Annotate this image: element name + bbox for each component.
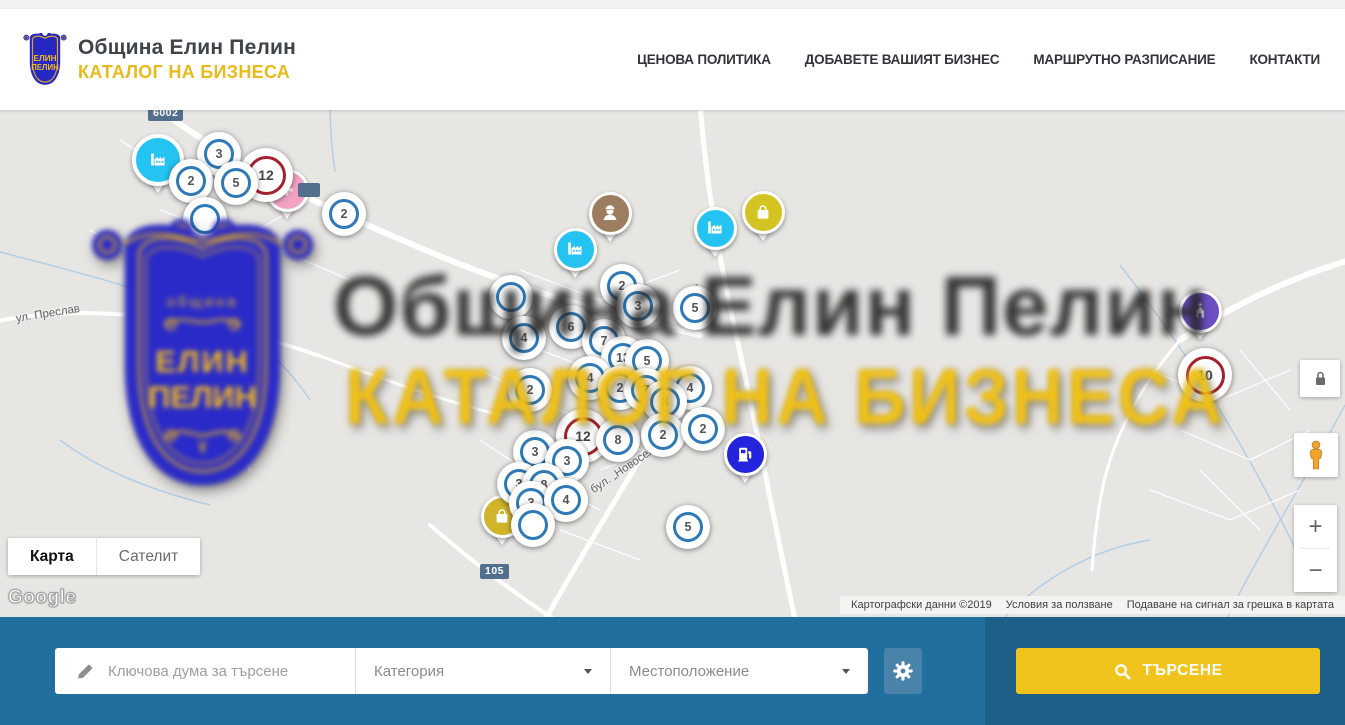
cluster-count: 6 (568, 320, 575, 334)
road-badge: 105 (480, 564, 509, 579)
search-panel: Категория Местоположение (0, 617, 985, 725)
cluster-marker[interactable] (489, 275, 533, 319)
road-badge (298, 183, 320, 197)
svg-text:ПЕЛИН: ПЕЛИН (31, 62, 59, 71)
cluster-marker[interactable]: 10 (1178, 348, 1232, 402)
nav-route-schedule[interactable]: МАРШРУТНО РАЗПИСАНИЕ (1033, 52, 1215, 67)
cluster-count: 4 (563, 493, 570, 507)
nav-add-business[interactable]: ДОБАВЕТЕ ВАШИЯТ БИЗНЕС (805, 52, 1000, 67)
cluster-marker[interactable]: 2 (322, 192, 366, 236)
church-pin[interactable] (1179, 290, 1222, 333)
zoom-out-button[interactable]: − (1294, 549, 1337, 592)
logo-text: Община Елин Пелин КАТАЛОГ НА БИЗНЕСА (78, 36, 296, 83)
cluster-count: 3 (564, 454, 571, 468)
cluster-count: 5 (685, 520, 692, 534)
cluster-count: 2 (617, 381, 624, 395)
cluster-marker[interactable]: 2 (681, 407, 725, 451)
site-logo[interactable]: ЕЛИН ПЕЛИН Община Елин Пелин КАТАЛОГ НА … (22, 29, 296, 91)
cluster-marker[interactable]: 5 (673, 286, 717, 330)
cluster-count: 2 (700, 422, 707, 436)
cluster-count: 5 (644, 354, 651, 368)
search-icon (1113, 662, 1132, 681)
zoom-in-button[interactable]: + (1294, 505, 1337, 548)
cluster-count: 12 (258, 167, 274, 183)
cluster-marker[interactable]: 3 (616, 284, 660, 328)
pegman-control[interactable] (1294, 433, 1338, 477)
header: ЕЛИН ПЕЛИН Община Елин Пелин КАТАЛОГ НА … (0, 9, 1345, 110)
road-badge: 6002 (148, 110, 183, 121)
nav-pricing-policy[interactable]: ЦЕНОВА ПОЛИТИКА (637, 52, 771, 67)
attribution-terms-link[interactable]: Условия за ползване (999, 599, 1120, 611)
bag-pin[interactable] (742, 191, 785, 234)
attribution-report-link[interactable]: Подаване на сигнал за грешка в картата (1120, 599, 1341, 611)
search-submit-label: ТЪРСЕНЕ (1142, 662, 1222, 680)
google-logo[interactable]: Google (8, 587, 76, 609)
map-attribution: Картографски данни ©2019 Условия за полз… (840, 596, 1345, 614)
cluster-marker[interactable]: 2 (641, 413, 685, 457)
cluster-count: 8 (662, 395, 669, 409)
cluster-count: 2 (341, 207, 348, 221)
gear-icon (892, 660, 914, 682)
chevron-down-icon (584, 669, 592, 674)
cluster-count: 10 (1197, 367, 1213, 383)
lock-icon (1313, 370, 1328, 387)
nav-contacts[interactable]: КОНТАКТИ (1249, 52, 1320, 67)
cluster-count: 5 (233, 176, 240, 190)
cluster-count: 3 (532, 445, 539, 459)
map[interactable]: 32125223567413524274812822333834510ул. П… (0, 110, 1345, 617)
marker-layer: 32125223567413524274812822333834510ул. П… (0, 110, 1345, 617)
fuel-pin[interactable] (724, 433, 767, 476)
cluster-count: 4 (587, 371, 594, 385)
cluster-count: 4 (687, 381, 694, 395)
category-select[interactable]: Категория (355, 648, 610, 694)
pencil-icon (75, 662, 94, 681)
submit-panel: ТЪРСЕНЕ (985, 617, 1345, 725)
site-title: Община Елин Пелин (78, 36, 296, 60)
keyword-section (55, 648, 355, 694)
cluster-count: 8 (615, 433, 622, 447)
location-select[interactable]: Местоположение (610, 648, 868, 694)
advanced-search-button[interactable] (884, 648, 922, 694)
cluster-marker[interactable]: 2 (508, 368, 552, 412)
cluster-count: 2 (188, 174, 195, 188)
map-type-satellite-button[interactable]: Сателит (96, 538, 200, 575)
svg-text:ЕЛИН: ЕЛИН (34, 53, 57, 62)
cluster-count: 2 (527, 383, 534, 397)
chevron-down-icon (842, 669, 850, 674)
factory-pin[interactable] (694, 207, 737, 250)
factory-pin[interactable] (554, 228, 597, 271)
cluster-marker[interactable]: 5 (666, 505, 710, 549)
municipality-crest-icon: ЕЛИН ПЕЛИН (22, 29, 68, 91)
cluster-count: 3 (216, 147, 223, 161)
zoom-control: + − (1294, 505, 1337, 592)
pegman-icon (1303, 439, 1329, 471)
cluster-marker[interactable] (511, 503, 555, 547)
location-label: Местоположение (629, 663, 749, 680)
cluster-count: 3 (635, 299, 642, 313)
search-box: Категория Местоположение (55, 648, 868, 694)
cluster-count: 5 (692, 301, 699, 315)
street-label: ул. Преслав (15, 303, 81, 325)
map-type-control: Карта Сателит (8, 538, 200, 575)
cluster-count: 4 (521, 331, 528, 345)
top-strip (0, 0, 1345, 9)
cluster-marker[interactable]: 5 (214, 161, 258, 205)
map-type-map-button[interactable]: Карта (8, 538, 96, 575)
main-nav: ЦЕНОВА ПОЛИТИКА ДОБАВЕТЕ ВАШИЯТ БИЗНЕС М… (637, 9, 1320, 110)
category-label: Категория (374, 663, 444, 680)
lock-control[interactable] (1300, 360, 1340, 397)
cluster-count: 2 (660, 428, 667, 442)
attribution-copyright: Картографски данни ©2019 (844, 599, 999, 611)
cluster-marker[interactable] (183, 197, 227, 241)
keyword-input[interactable] (108, 663, 355, 680)
cluster-marker[interactable]: 8 (596, 418, 640, 462)
site-subtitle: КАТАЛОГ НА БИЗНЕСА (78, 62, 296, 83)
search-submit-button[interactable]: ТЪРСЕНЕ (1016, 648, 1320, 694)
cluster-marker[interactable]: 4 (502, 316, 546, 360)
